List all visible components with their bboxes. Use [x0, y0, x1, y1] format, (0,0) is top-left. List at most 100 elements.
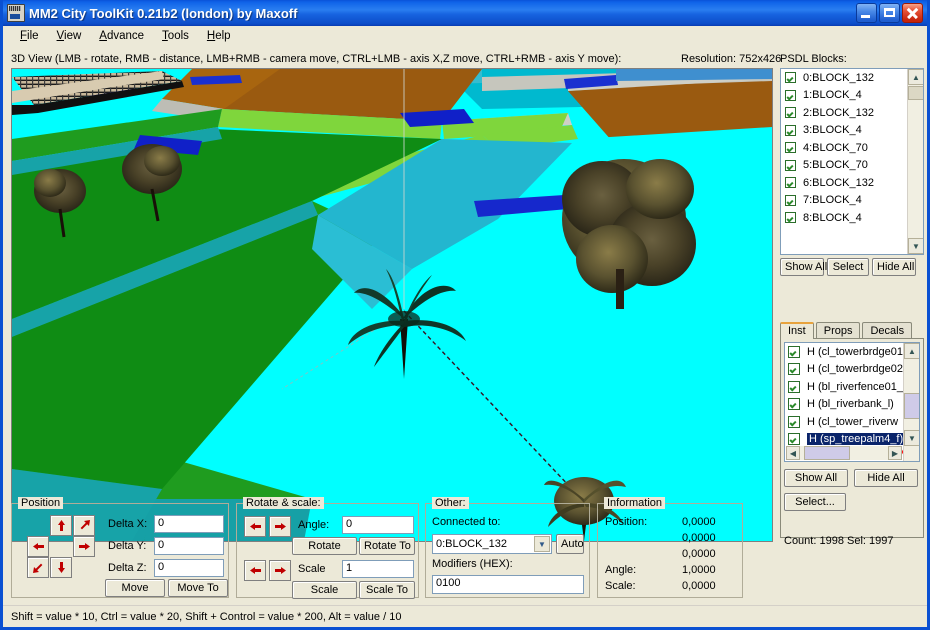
inst-select-button[interactable]: Select... — [784, 493, 846, 511]
scroll-left-icon[interactable]: ◀ — [786, 446, 800, 460]
list-item[interactable]: H (cl_tower_riverw — [785, 413, 919, 431]
list-item[interactable]: 0:BLOCK_132 — [781, 69, 923, 87]
chevron-down-icon[interactable]: ▼ — [534, 536, 550, 552]
psdl-item-label: 1:BLOCK_4 — [803, 89, 862, 101]
information-group: Information Position: 0,0000 0,0000 0,00… — [597, 503, 743, 598]
scroll-down-icon[interactable]: ▼ — [904, 430, 920, 446]
scale-to-button[interactable]: Scale To — [359, 581, 415, 599]
checkbox-icon[interactable] — [788, 416, 800, 428]
inst-buttons-row2: Select... — [784, 493, 846, 511]
scrollbar-thumb[interactable] — [804, 446, 850, 460]
delta-y-input[interactable]: 0 — [154, 537, 224, 555]
scroll-up-icon[interactable]: ▲ — [904, 343, 920, 359]
checkbox-icon[interactable] — [785, 107, 796, 118]
list-item[interactable]: H (cl_towerbrdge02 — [785, 361, 919, 379]
checkbox-icon[interactable] — [788, 346, 800, 358]
move-down-button[interactable] — [50, 557, 72, 578]
rotate-button[interactable]: Rotate — [292, 537, 357, 555]
scale-input[interactable]: 1 — [342, 560, 414, 578]
psdl-blocks-list[interactable]: 0:BLOCK_132 1:BLOCK_4 2:BLOCK_132 3:BLOC… — [780, 68, 924, 255]
list-item[interactable]: 4:BLOCK_70 — [781, 139, 923, 157]
psdl-select-button[interactable]: Select — [827, 258, 869, 276]
inst-list[interactable]: H (cl_towerbrdge01 H (cl_towerbrdge02 H … — [784, 342, 920, 462]
inst-item-label: H (cl_towerbrdge01 — [807, 346, 903, 358]
psdl-show-all-button[interactable]: Show All — [780, 258, 824, 276]
rotate-right-button[interactable] — [269, 516, 291, 537]
list-item[interactable]: 5:BLOCK_70 — [781, 157, 923, 175]
connected-to-label: Connected to: — [432, 516, 501, 528]
move-right-button[interactable] — [73, 536, 95, 557]
other-group: Other: Connected to: 0:BLOCK_132 ▼ Auto … — [425, 503, 590, 598]
maximize-button[interactable] — [879, 3, 900, 23]
move-up-button[interactable] — [50, 515, 72, 536]
menu-item-help[interactable]: Help — [198, 28, 240, 44]
info-position-label: Position: — [605, 516, 647, 528]
viewport-3d[interactable] — [11, 68, 773, 542]
auto-button[interactable]: Auto — [556, 534, 584, 554]
inst-scrollbar-horizontal[interactable]: ◀ ▶ — [786, 446, 902, 460]
list-item[interactable]: 2:BLOCK_132 — [781, 104, 923, 122]
move-left-button[interactable] — [27, 536, 49, 557]
rotate-to-button[interactable]: Rotate To — [359, 537, 415, 555]
checkbox-icon[interactable] — [788, 398, 800, 410]
menu-item-view[interactable]: View — [48, 28, 91, 44]
inst-hide-all-button[interactable]: Hide All — [854, 469, 918, 487]
checkbox-icon[interactable] — [785, 212, 796, 223]
tab-inst[interactable]: Inst — [780, 322, 814, 339]
psdl-hide-all-button[interactable]: Hide All — [872, 258, 916, 276]
tab-props[interactable]: Props — [816, 322, 861, 339]
checkbox-icon[interactable] — [785, 195, 796, 206]
checkbox-icon[interactable] — [785, 90, 796, 101]
scale-label: Scale — [298, 563, 326, 575]
checkbox-icon[interactable] — [785, 160, 796, 171]
angle-input[interactable]: 0 — [342, 516, 414, 534]
connected-to-dropdown[interactable]: 0:BLOCK_132 ▼ — [432, 534, 552, 554]
list-item[interactable]: 3:BLOCK_4 — [781, 122, 923, 140]
rotate-left-button[interactable] — [244, 516, 266, 537]
inst-scrollbar-vertical[interactable]: ▲ ▼ — [903, 343, 919, 461]
scale-button[interactable]: Scale — [292, 581, 357, 599]
list-item[interactable]: H (bl_riverfence01_ — [785, 378, 919, 396]
scrollbar-thumb[interactable] — [904, 393, 920, 419]
minimize-button[interactable] — [856, 3, 877, 23]
checkbox-icon[interactable] — [785, 142, 796, 153]
move-down-left-button[interactable] — [27, 557, 49, 578]
move-button[interactable]: Move — [105, 579, 165, 597]
menu-item-tools[interactable]: Tools — [153, 28, 198, 44]
psdl-item-label: 8:BLOCK_4 — [803, 212, 862, 224]
menu-item-file[interactable]: File — [11, 28, 48, 44]
close-button[interactable] — [902, 3, 923, 23]
menu-item-advance[interactable]: Advance — [90, 28, 153, 44]
checkbox-icon[interactable] — [788, 381, 800, 393]
list-item[interactable]: 6:BLOCK_132 — [781, 174, 923, 192]
list-item[interactable]: 1:BLOCK_4 — [781, 87, 923, 105]
move-to-button[interactable]: Move To — [168, 579, 228, 597]
delta-z-input[interactable]: 0 — [154, 559, 224, 577]
inst-item-label: H (cl_towerbrdge02 — [807, 363, 903, 375]
info-position-z: 0,0000 — [682, 548, 716, 560]
other-caption: Other: — [432, 497, 469, 509]
scroll-down-icon[interactable]: ▼ — [908, 238, 924, 254]
checkbox-icon[interactable] — [788, 363, 800, 375]
tab-decals[interactable]: Decals — [862, 322, 912, 339]
inst-show-all-button[interactable]: Show All — [784, 469, 848, 487]
list-item[interactable]: 7:BLOCK_4 — [781, 192, 923, 210]
checkbox-icon[interactable] — [785, 125, 796, 136]
list-item[interactable]: H (cl_towerbrdge01 — [785, 343, 919, 361]
psdl-scrollbar[interactable]: ▲ ▼ — [907, 69, 923, 254]
scroll-right-icon[interactable]: ▶ — [888, 446, 902, 460]
scroll-up-icon[interactable]: ▲ — [908, 69, 924, 85]
modifiers-input[interactable]: 0100 — [432, 575, 584, 594]
checkbox-icon[interactable] — [785, 72, 796, 83]
scrollbar-thumb[interactable] — [908, 86, 924, 100]
list-item[interactable]: 8:BLOCK_4 — [781, 209, 923, 227]
move-up-right-button[interactable] — [73, 515, 95, 536]
checkbox-icon[interactable] — [785, 177, 796, 188]
scale-up-button[interactable] — [269, 560, 291, 581]
scale-down-button[interactable] — [244, 560, 266, 581]
connected-to-value: 0:BLOCK_132 — [436, 538, 507, 550]
psdl-item-label: 2:BLOCK_132 — [803, 107, 874, 119]
delta-x-input[interactable]: 0 — [154, 515, 224, 533]
checkbox-icon[interactable] — [788, 433, 800, 445]
list-item[interactable]: H (bl_riverbank_l) — [785, 396, 919, 414]
